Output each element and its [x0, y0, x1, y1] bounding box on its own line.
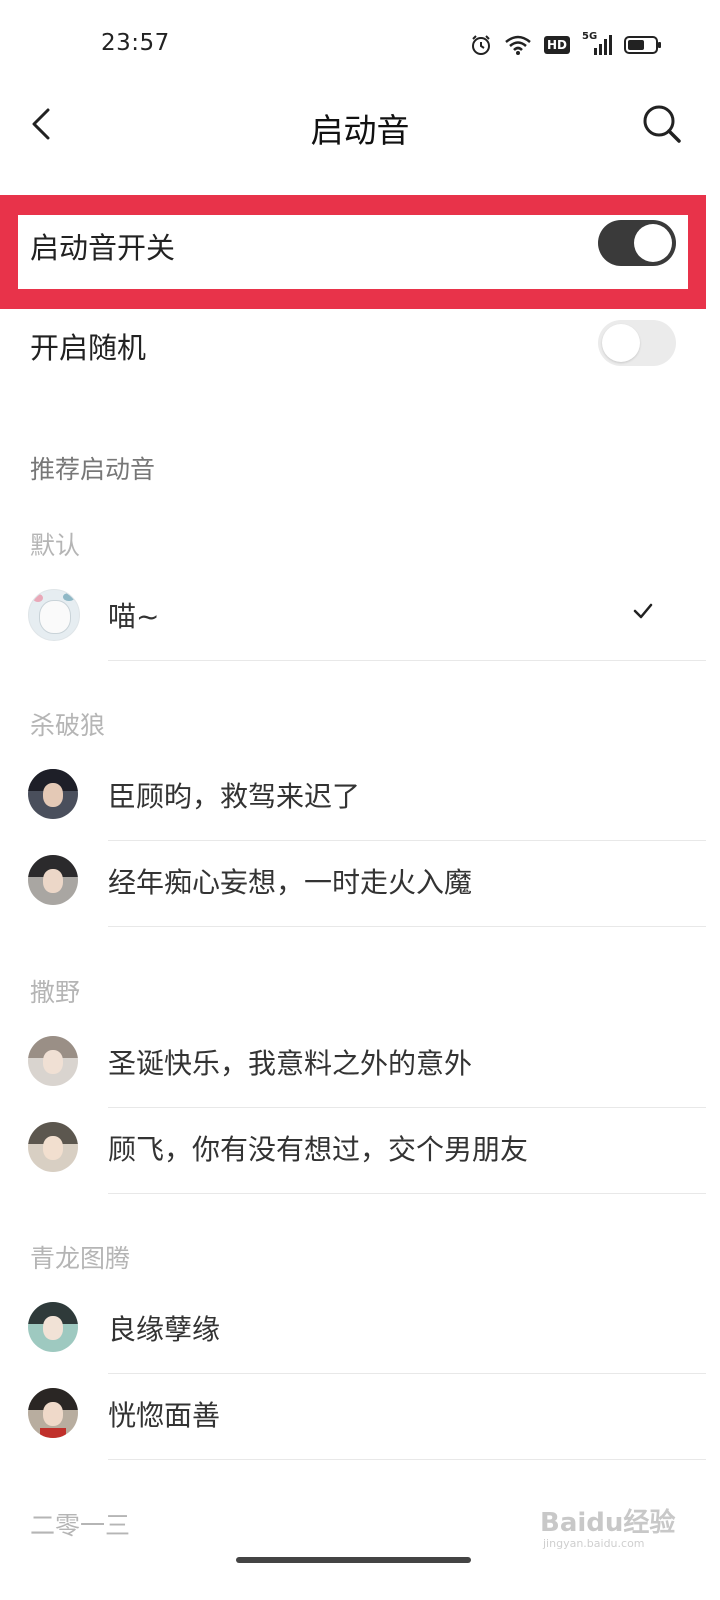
5g-signal-icon: 5G: [582, 31, 612, 56]
startup-sound-switch-row[interactable]: 启动音开关: [0, 205, 720, 285]
sound-item[interactable]: 良缘孽缘: [0, 1288, 720, 1374]
sound-item[interactable]: 恍惚面善: [0, 1374, 720, 1460]
avatar: [28, 1122, 78, 1172]
avatar: [28, 1302, 78, 1352]
group-heading: 默认: [30, 531, 81, 560]
sound-title: 圣诞快乐，我意料之外的意外: [108, 1047, 473, 1080]
group-heading: 青龙图腾: [30, 1244, 131, 1273]
sound-title: 恍惚面善: [108, 1399, 221, 1432]
random-toggle[interactable]: [598, 320, 676, 366]
avatar: [28, 589, 80, 641]
divider: [108, 1459, 706, 1460]
toggle-knob: [602, 324, 640, 362]
status-icons: HD 5G: [470, 30, 662, 60]
sound-item[interactable]: 圣诞快乐，我意料之外的意外: [0, 1022, 720, 1108]
alarm-icon: [471, 35, 490, 55]
status-bar: 23:57 HD 5G: [0, 0, 720, 90]
page-title: 启动音: [310, 111, 410, 150]
hd-icon: HD: [543, 36, 570, 54]
sound-item[interactable]: 顾飞，你有没有想过，交个男朋友: [0, 1108, 720, 1194]
group-heading: 撒野: [30, 978, 81, 1007]
group-heading: 杀破狼: [30, 711, 106, 740]
watermark-sub: jingyan.baidu.com: [543, 1537, 645, 1550]
sound-item[interactable]: 臣顾昀，救驾来迟了: [0, 755, 720, 841]
avatar: [28, 769, 78, 819]
battery-icon: [624, 36, 661, 54]
group-heading: 二零一三: [30, 1511, 131, 1540]
avatar: [28, 1388, 78, 1438]
home-indicator[interactable]: [236, 1557, 471, 1563]
avatar: [28, 1036, 78, 1086]
sound-title: 臣顾昀，救驾来迟了: [108, 780, 361, 813]
random-switch-label: 开启随机: [30, 331, 147, 365]
startup-sound-switch-label: 启动音开关: [30, 231, 176, 265]
random-switch-row[interactable]: 开启随机: [0, 305, 720, 385]
header: 启动音: [0, 90, 720, 160]
startup-sound-toggle[interactable]: [598, 220, 676, 266]
divider: [108, 926, 706, 927]
wifi-icon: [505, 35, 531, 55]
sound-item[interactable]: 经年痴心妄想，一时走火入魔: [0, 841, 720, 927]
watermark: Baidu经验: [540, 1508, 676, 1538]
divider: [108, 1193, 706, 1194]
search-icon[interactable]: [640, 102, 684, 146]
divider: [108, 660, 706, 661]
sound-title: 良缘孽缘: [108, 1313, 221, 1346]
check-icon: [633, 603, 653, 619]
recommended-heading: 推荐启动音: [30, 455, 156, 484]
status-time: 23:57: [101, 30, 170, 56]
sound-title: 喵~: [108, 600, 160, 633]
sound-title: 顾飞，你有没有想过，交个男朋友: [108, 1133, 529, 1166]
sound-item[interactable]: 喵~: [0, 575, 720, 661]
avatar: [28, 855, 78, 905]
sound-title: 经年痴心妄想，一时走火入魔: [108, 866, 473, 899]
toggle-knob: [634, 224, 672, 262]
